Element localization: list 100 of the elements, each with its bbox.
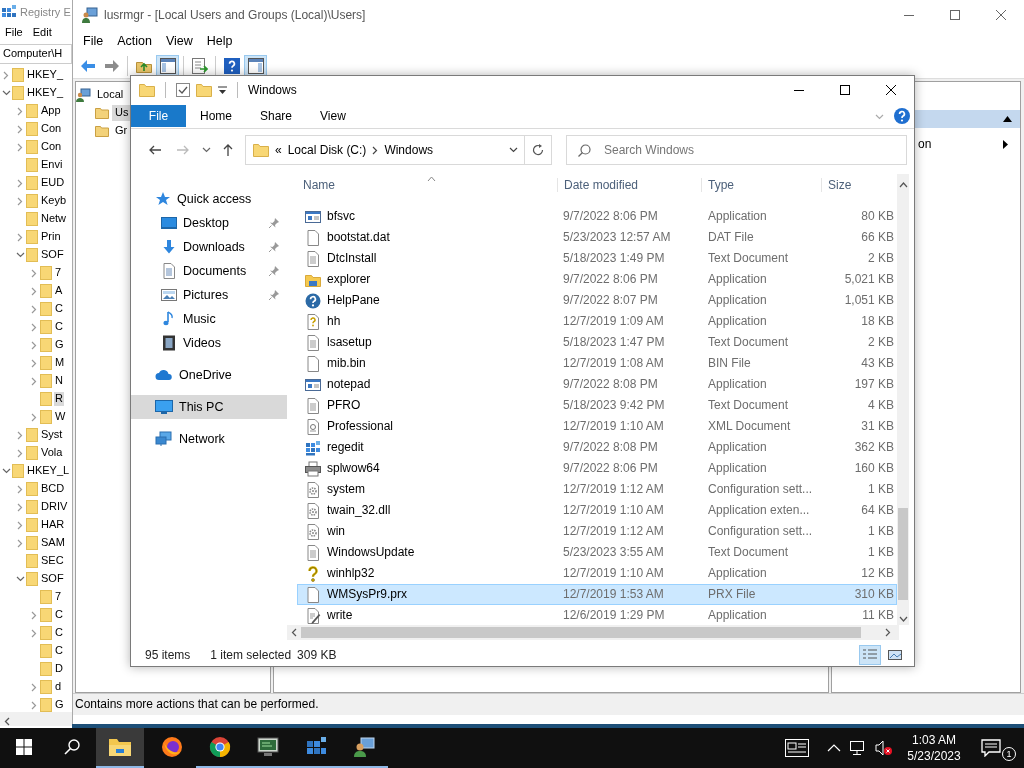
- nav-item[interactable]: Pictures: [131, 283, 287, 307]
- breadcrumb-overflow[interactable]: «: [275, 142, 282, 158]
- vertical-scrollbar[interactable]: [897, 174, 909, 625]
- tree-item[interactable]: d: [54, 680, 63, 694]
- tree-item[interactable]: 7: [54, 266, 63, 280]
- clock-date[interactable]: 5/23/2023: [907, 748, 961, 765]
- tree-item[interactable]: M: [54, 356, 66, 370]
- file-row[interactable]: lsasetup 5/18/2023 1:47 PM Text Document 2 KB: [297, 332, 897, 353]
- menu-item[interactable]: Edit: [27, 25, 57, 43]
- file-row[interactable]: bfsvc 9/7/2022 8:06 PM Application 80 KB: [297, 206, 897, 227]
- tree-item[interactable]: HAR: [40, 518, 66, 532]
- file-row[interactable]: WMSysPr9.prx 12/7/2019 1:53 AM PRX File 310 KB: [297, 584, 897, 605]
- column-header[interactable]: Size: [828, 177, 852, 192]
- file-row[interactable]: WindowsUpdate 5/23/2023 3:55 AM Text Document 1 KB: [297, 542, 897, 563]
- tree-item[interactable]: C: [54, 302, 64, 316]
- toolbar-button[interactable]: [156, 54, 179, 77]
- tree-item[interactable]: Prin: [40, 230, 62, 244]
- nav-item[interactable]: Network: [131, 427, 287, 451]
- tree-item[interactable]: BCD: [40, 482, 66, 496]
- tree-item[interactable]: HKEY_L: [26, 464, 71, 478]
- menu-item[interactable]: Action: [111, 31, 160, 53]
- taskbar-button[interactable]: [96, 728, 144, 768]
- breadcrumb[interactable]: Local Disk (C:): [287, 142, 367, 158]
- tree-item[interactable]: Keyb: [40, 194, 68, 208]
- menu-item[interactable]: File: [0, 25, 28, 43]
- tree-item[interactable]: 7: [54, 590, 63, 604]
- menu-item[interactable]: File: [77, 31, 112, 53]
- tree-item[interactable]: A: [54, 284, 64, 298]
- nav-item[interactable]: This PC: [131, 395, 287, 419]
- scroll-thumb[interactable]: [898, 508, 908, 600]
- ribbon-tab[interactable]: File: [131, 104, 186, 128]
- tree-item[interactable]: App: [40, 104, 62, 118]
- tree-item[interactable]: Syst: [40, 428, 64, 442]
- ribbon-tab[interactable]: View: [306, 104, 360, 128]
- nav-item[interactable]: OneDrive: [131, 363, 287, 387]
- horizontal-scrollbar[interactable]: [287, 625, 899, 640]
- file-row[interactable]: system 12/7/2019 1:12 AM Configuration sett... 1 KB: [297, 479, 897, 500]
- tree-item[interactable]: C: [54, 608, 64, 622]
- tree-item[interactable]: SOF: [40, 572, 65, 586]
- tree-item[interactable]: G: [54, 338, 65, 352]
- tree-item[interactable]: Vola: [40, 446, 64, 460]
- file-row[interactable]: twain_32.dll 12/7/2019 1:10 AM Application exten... 64 KB: [297, 500, 897, 521]
- file-row[interactable]: hh 12/7/2019 1:09 AM Application 18 KB: [297, 311, 897, 332]
- file-row[interactable]: notepad 9/7/2022 8:08 PM Application 197 KB: [297, 374, 897, 395]
- tree-item[interactable]: Con: [40, 122, 63, 136]
- tree-item[interactable]: SOF: [40, 248, 65, 262]
- ribbon-tab[interactable]: Home: [186, 104, 246, 128]
- breadcrumb[interactable]: Windows: [384, 142, 434, 158]
- file-row[interactable]: DtcInstall 5/18/2023 1:49 PM Text Document 2 KB: [297, 248, 897, 269]
- nav-item[interactable]: Music: [131, 307, 287, 331]
- address-bar[interactable]: « Local Disk (C:) Windows: [245, 135, 525, 165]
- tree-item[interactable]: SEC: [40, 554, 65, 568]
- pane-link[interactable]: on: [918, 136, 932, 152]
- nav-item[interactable]: Downloads: [131, 235, 287, 259]
- tree-item[interactable]: G: [54, 698, 65, 712]
- tree-item[interactable]: Netw: [40, 212, 68, 226]
- scrollbar[interactable]: [0, 712, 72, 726]
- file-row[interactable]: mib.bin 12/7/2019 1:08 AM BIN File 43 KB: [297, 353, 897, 374]
- nav-item[interactable]: Videos: [131, 331, 287, 355]
- tree-item[interactable]: C: [54, 644, 64, 658]
- file-row[interactable]: PFRO 5/18/2023 9:42 PM Text Document 4 KB: [297, 395, 897, 416]
- tree-item[interactable]: C: [54, 626, 64, 640]
- column-header[interactable]: Name: [303, 177, 335, 192]
- tree-item[interactable]: N: [54, 374, 64, 388]
- file-row[interactable]: splwow64 9/7/2022 8:06 PM Application 160 KB: [297, 458, 897, 479]
- news-button[interactable]: [785, 739, 809, 757]
- toolbar-button[interactable]: [244, 54, 267, 77]
- file-row[interactable]: write 12/6/2019 1:29 PM Application 11 KB: [297, 605, 897, 626]
- tree-item[interactable]: HKEY_: [26, 86, 65, 100]
- column-header[interactable]: Date modified: [564, 177, 639, 192]
- tree-item[interactable]: Envi: [40, 158, 64, 172]
- tree-item[interactable]: EUD: [40, 176, 66, 190]
- file-row[interactable]: HelpPane 9/7/2022 8:07 PM Application 1,051 KB: [297, 290, 897, 311]
- tree-item[interactable]: Gr: [112, 123, 131, 139]
- file-row[interactable]: Professional 12/7/2019 1:10 AM XML Document 31 KB: [297, 416, 897, 437]
- refresh-button[interactable]: [525, 135, 552, 165]
- clock-time[interactable]: 1:03 AM: [912, 731, 956, 748]
- nav-item[interactable]: Documents: [131, 259, 287, 283]
- menu-item[interactable]: Help: [200, 31, 241, 53]
- file-row[interactable]: bootstat.dat 5/23/2023 12:57 AM DAT File 66 KB: [297, 227, 897, 248]
- nav-item[interactable]: Desktop: [131, 211, 287, 235]
- file-row[interactable]: explorer 9/7/2022 8:06 PM Application 5,021 KB: [297, 269, 897, 290]
- tree-item[interactable]: R: [54, 392, 64, 406]
- file-row[interactable]: win 12/7/2019 1:12 AM Configuration sett... 1 KB: [297, 521, 897, 542]
- tree-item[interactable]: SAM: [40, 536, 66, 550]
- nav-item[interactable]: Quick access: [131, 187, 287, 211]
- search-field[interactable]: Search Windows: [566, 135, 907, 165]
- tree-item[interactable]: Local: [94, 87, 127, 103]
- column-header[interactable]: Type: [708, 177, 734, 192]
- tree-item[interactable]: D: [54, 662, 64, 676]
- tree-item[interactable]: Con: [40, 140, 63, 154]
- tree-item[interactable]: DRIV: [40, 500, 69, 514]
- tree-item[interactable]: W: [54, 410, 67, 424]
- ribbon-tab[interactable]: Share: [246, 104, 307, 128]
- file-row[interactable]: regedit 9/7/2022 8:08 PM Application 362 KB: [297, 437, 897, 458]
- tree-item[interactable]: HKEY_: [26, 68, 65, 82]
- menu-item[interactable]: View: [159, 31, 201, 53]
- scroll-thumb[interactable]: [301, 627, 861, 638]
- file-row[interactable]: winhlp32 12/7/2019 1:10 AM Application 12 KB: [297, 563, 897, 584]
- tree-item[interactable]: C: [54, 320, 64, 334]
